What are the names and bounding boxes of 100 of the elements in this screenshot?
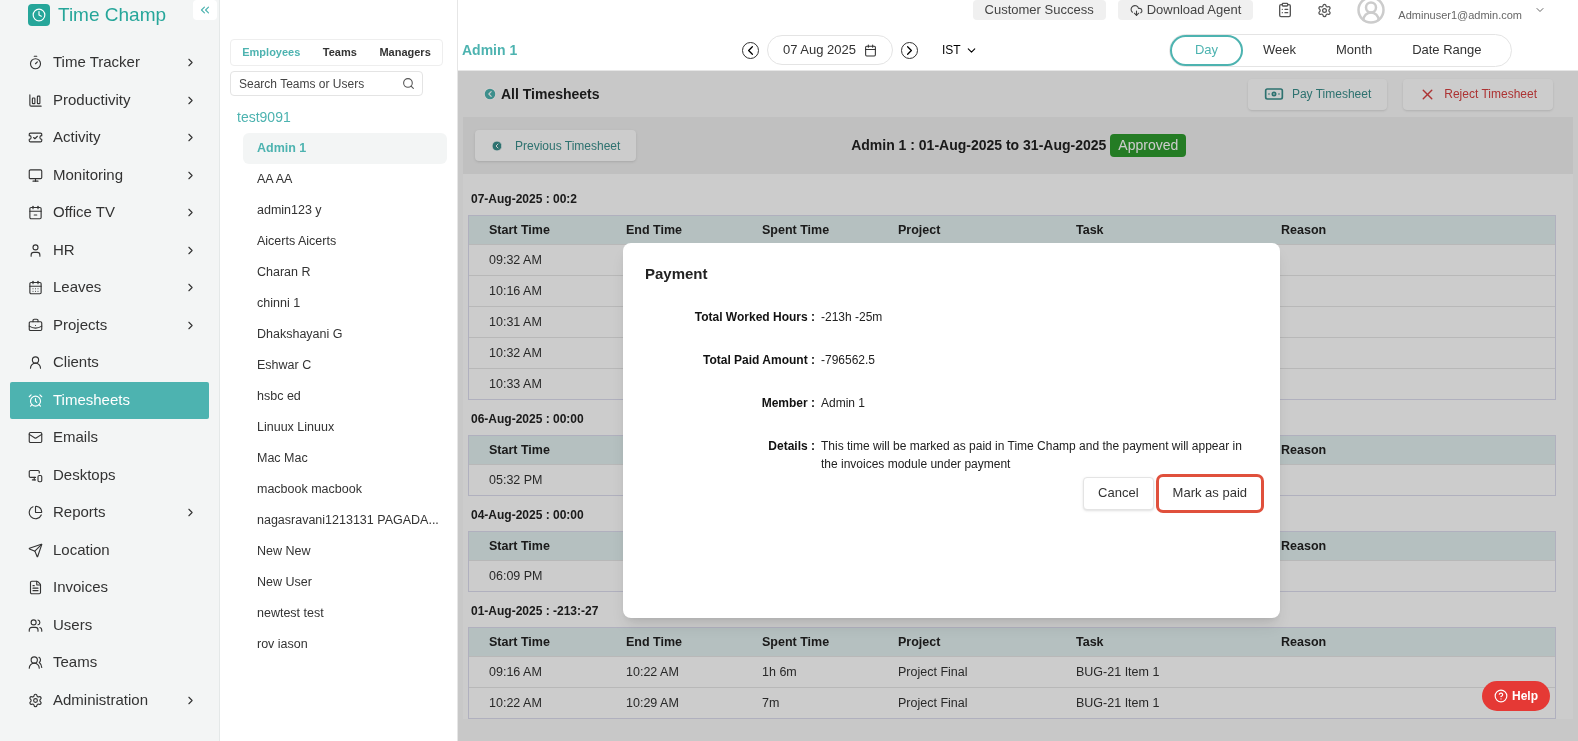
member-item[interactable]: Linuux Linuux [243, 412, 447, 443]
member-item[interactable]: hsbc ed [243, 381, 447, 412]
member-tab[interactable]: Managers [379, 44, 431, 61]
day-heading: 01-Aug-2025 : -213:-27 [470, 603, 600, 620]
range-tab[interactable]: Month [1316, 34, 1393, 66]
column-header: Task [1076, 634, 1104, 649]
field-label: Member : [761, 395, 815, 410]
sidebar-item[interactable]: Teams [10, 644, 209, 681]
menu-icon [28, 205, 43, 220]
menu-icon [28, 355, 43, 370]
sidebar-item[interactable]: Clients [10, 344, 209, 381]
day-heading: 04-Aug-2025 : 00:00 [470, 507, 585, 524]
cancel-button[interactable]: Cancel [1083, 476, 1154, 510]
table-cell: 05:32 PM [489, 472, 543, 487]
dialog-title: Payment [645, 264, 708, 284]
member-item[interactable]: New User [243, 567, 447, 598]
pay-button[interactable]: Pay Timesheet [1247, 78, 1388, 110]
sidebar-item[interactable]: Reports [10, 494, 209, 531]
menu-icon [28, 580, 43, 595]
sidebar-item[interactable]: HR [10, 231, 209, 269]
timezone-dropdown[interactable]: IST [942, 41, 978, 59]
search-icon[interactable] [402, 77, 415, 90]
column-header: End Time [626, 222, 683, 237]
member-item[interactable]: nagasravani1213131 PAGADA... [243, 505, 447, 536]
sidebar-item[interactable]: Desktops [10, 456, 209, 494]
member-item[interactable]: Charan R [243, 257, 447, 288]
column-header: Spent Time [762, 634, 830, 649]
menu-icon [28, 167, 43, 183]
field-value: Admin 1 [821, 394, 866, 412]
reject-button[interactable]: Reject Timesheet [1403, 78, 1553, 110]
menu-icon [28, 467, 43, 483]
sidebar-item[interactable]: Time Tracker [10, 44, 209, 81]
sidebar-item[interactable]: Leaves [10, 269, 209, 306]
menu-icon [28, 92, 43, 108]
team-name: test9091 [237, 108, 291, 127]
header-button[interactable]: Customer Success [972, 0, 1106, 20]
sidebar-item[interactable]: Projects [10, 306, 209, 344]
menu-icon [28, 317, 43, 333]
search-field[interactable]: Search Teams or Users [230, 71, 423, 96]
column-header: Start Time [489, 538, 550, 553]
menu-icon [28, 617, 43, 633]
notes-icon[interactable] [1277, 2, 1294, 18]
sidebar-item[interactable]: Users [10, 606, 209, 644]
menu-icon [28, 430, 43, 445]
range-tab[interactable]: Date Range [1392, 34, 1502, 66]
table-cell: Project Final [898, 664, 968, 679]
column-header: Start Time [489, 442, 550, 457]
member-item[interactable]: New New [243, 536, 447, 567]
day-heading: 06-Aug-2025 : 00:00 [470, 411, 585, 428]
member-item[interactable]: chinni 1 [243, 288, 447, 319]
sidebar-item[interactable]: Activity [10, 119, 209, 156]
brand-name: Time Champ [58, 2, 167, 27]
menu-icon [28, 392, 43, 408]
cloud-download-icon [1129, 3, 1143, 17]
help-button[interactable]: Help [1482, 681, 1550, 711]
member-item[interactable]: Eshwar C [243, 350, 447, 381]
field-label: Details : [768, 438, 815, 453]
back-link[interactable]: All Timesheets [501, 83, 600, 105]
menu-icon [28, 655, 43, 670]
member-item[interactable]: AA AA [243, 164, 447, 195]
calendar-icon [864, 43, 877, 57]
column-header: Start Time [489, 222, 550, 237]
column-header: Reason [1281, 538, 1327, 553]
table-cell: 1h 6m [762, 664, 797, 679]
table-cell: 10:32 AM [489, 345, 542, 360]
menu-icon [28, 242, 43, 258]
table-cell: 09:32 AM [489, 252, 542, 267]
range-tab[interactable]: Week [1243, 34, 1316, 66]
user-email: Adminuser1@admin.com [1398, 7, 1522, 23]
menu-icon [28, 280, 43, 295]
table-cell: 10:22 AM [489, 695, 542, 710]
member-item[interactable]: Dhakshayani G [243, 319, 447, 350]
sidebar-item[interactable]: Emails [10, 419, 209, 456]
column-header: Project [898, 634, 941, 649]
table-cell: Project Final [898, 695, 968, 710]
member-item[interactable]: Mac Mac [243, 443, 447, 474]
table-cell: 06:09 PM [489, 568, 543, 583]
sidebar-item[interactable]: Office TV [10, 194, 209, 231]
sidebar-item[interactable]: Productivity [10, 81, 209, 119]
sidebar-item[interactable]: Administration [10, 681, 209, 719]
field-value: -213h -25m [821, 308, 883, 326]
mark-as-paid-button[interactable]: Mark as paid [1158, 476, 1261, 510]
settings-icon[interactable] [1317, 2, 1333, 18]
sidebar-item[interactable]: Invoices [10, 569, 209, 606]
column-header: Task [1076, 222, 1104, 237]
previous-timesheet-button[interactable]: Previous Timesheet [475, 130, 637, 161]
member-item[interactable]: Aicerts Aicerts [243, 226, 447, 257]
table-cell: 10:29 AM [626, 695, 679, 710]
member-tab[interactable]: Teams [322, 44, 357, 61]
member-item[interactable]: newtest test [243, 598, 447, 629]
member-item[interactable]: admin123 y [243, 195, 447, 226]
member-item[interactable]: rov iason [243, 629, 447, 660]
member-name: Admin 1 [462, 40, 519, 60]
table-cell: 10:22 AM [626, 664, 679, 679]
sidebar-item[interactable]: Location [10, 531, 209, 569]
column-header: Spent Time [762, 222, 830, 237]
sidebar-item[interactable]: Monitoring [10, 156, 209, 194]
member-item[interactable]: macbook macbook [243, 474, 447, 505]
header-button[interactable]: Download Agent [1117, 0, 1254, 20]
field-label: Total Worked Hours : [694, 309, 815, 324]
